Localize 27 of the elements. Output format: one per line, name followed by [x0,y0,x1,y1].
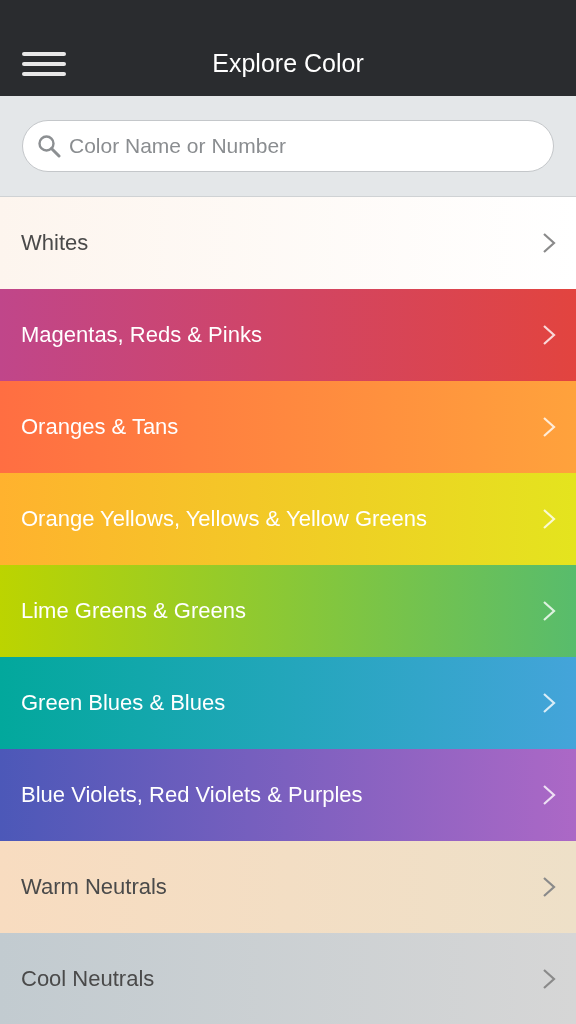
category-row[interactable]: Blue Violets, Red Violets & Purples [0,749,576,841]
chevron-icon [542,600,556,622]
category-row[interactable]: Magentas, Reds & Pinks [0,289,576,381]
category-label: Whites [21,229,89,257]
chevron-icon [542,968,556,990]
search-field[interactable]: Color Name or Number [22,120,554,172]
category-row[interactable]: Oranges & Tans [0,381,576,473]
menu-icon[interactable] [22,52,66,76]
category-label: Oranges & Tans [21,413,179,441]
page-title: Explore Color [212,48,364,78]
chevron-icon [542,324,556,346]
category-label: Orange Yellows, Yellows & Yellow Greens [21,505,428,533]
chevron-icon [542,876,556,898]
category-row[interactable]: Warm Neutrals [0,841,576,933]
chevron-icon [542,508,556,530]
chevron-icon [542,232,556,254]
category-label: Green Blues & Blues [21,689,226,717]
chevron-icon [542,784,556,806]
chevron-icon [542,416,556,438]
category-label: Blue Violets, Red Violets & Purples [21,781,363,809]
chevron-icon [542,692,556,714]
category-label: Lime Greens & Greens [21,597,246,625]
category-row[interactable]: Green Blues & Blues [0,657,576,749]
category-label: Warm Neutrals [21,873,167,901]
category-label: Cool Neutrals [21,965,155,993]
category-label: Magentas, Reds & Pinks [21,321,262,349]
category-row[interactable]: Cool Neutrals [0,933,576,1024]
